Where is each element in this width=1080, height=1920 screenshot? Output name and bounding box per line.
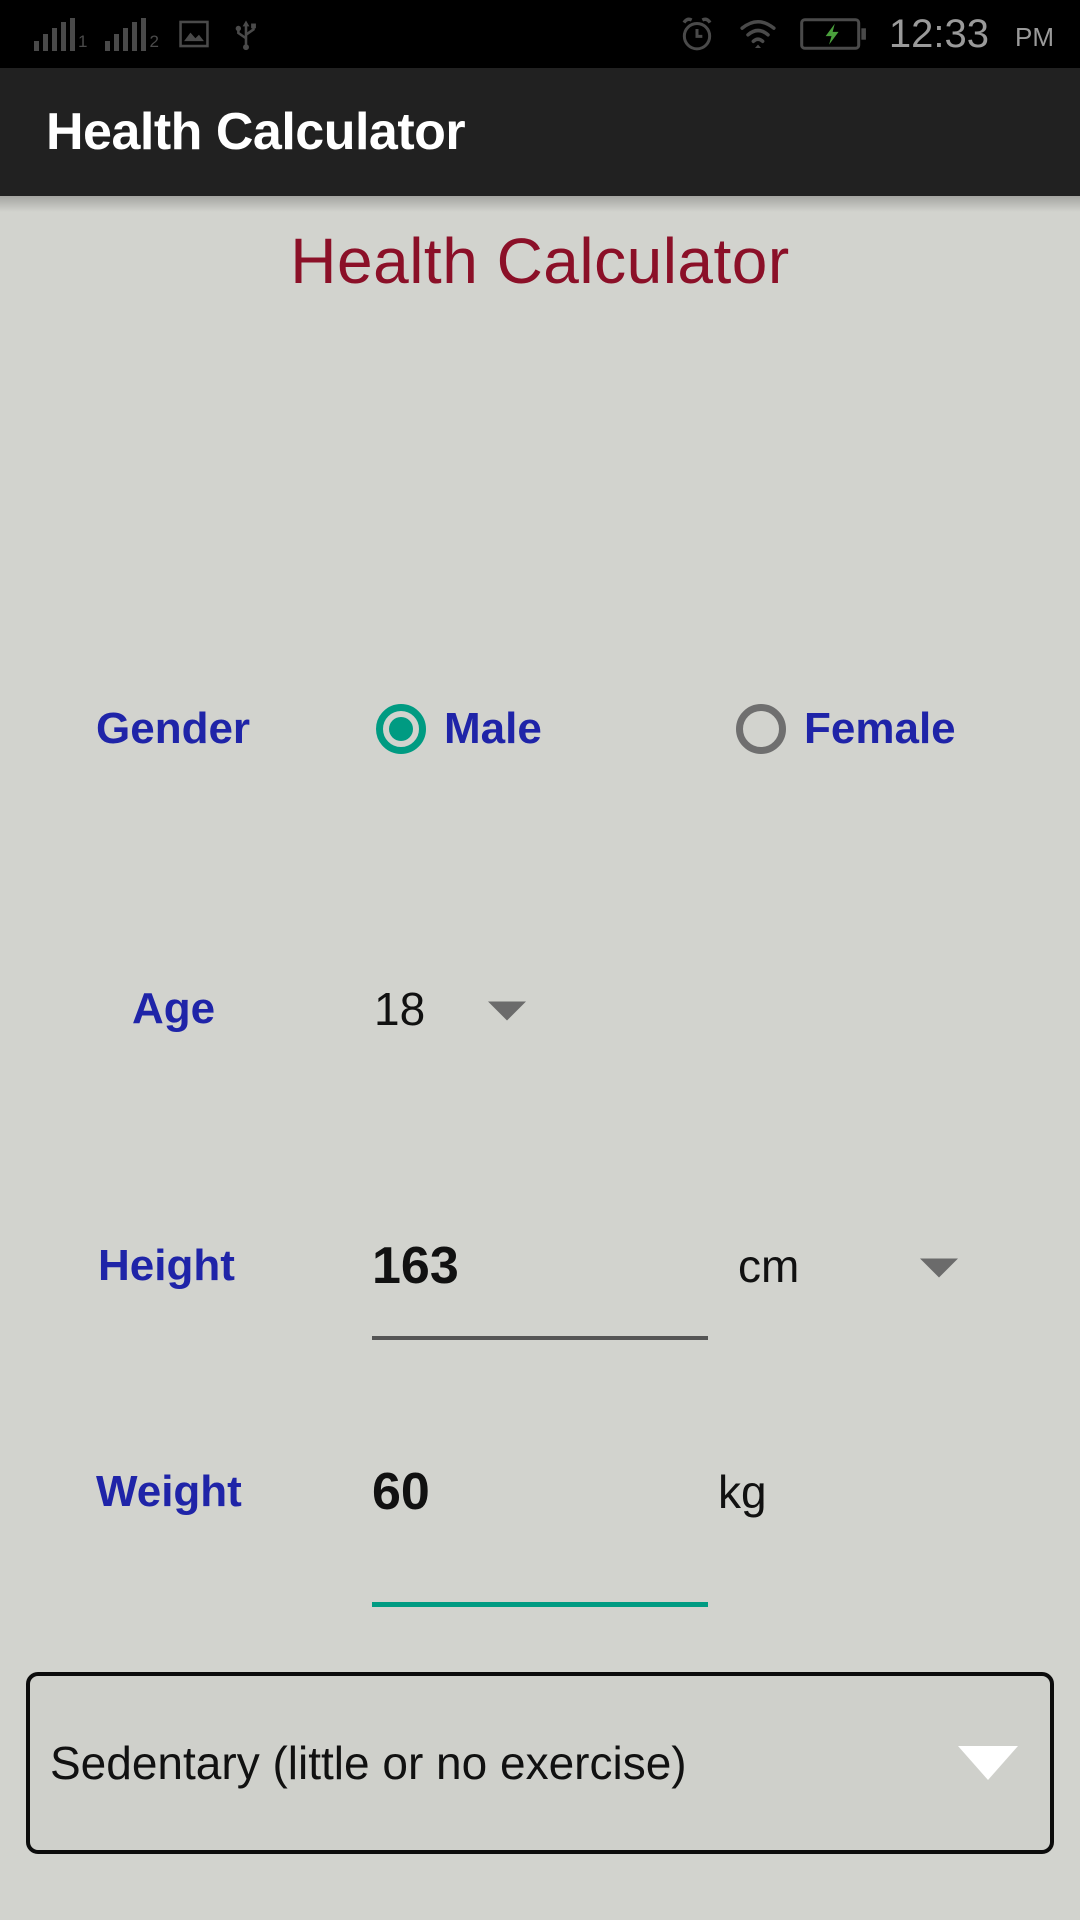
radio-unselected-icon[interactable] bbox=[736, 704, 786, 754]
main-content: Health Calculator Gender Male Female Age… bbox=[0, 196, 1080, 1920]
signal-bars-sim1-icon: 1 bbox=[34, 17, 87, 51]
radio-selected-icon[interactable] bbox=[376, 704, 426, 754]
gender-row: Gender Male Female bbox=[0, 686, 1080, 772]
app-title: Health Calculator bbox=[46, 103, 466, 161]
status-bar-left-icons: 1 2 bbox=[34, 0, 263, 68]
age-label: Age bbox=[132, 984, 216, 1033]
status-bar-right-icons: 12:33 PM bbox=[677, 0, 1054, 68]
weight-row: Weight 60 kg bbox=[0, 1412, 1080, 1612]
usb-icon bbox=[229, 17, 263, 51]
gender-label: Gender bbox=[96, 704, 251, 753]
gender-option-male[interactable]: Male bbox=[376, 704, 542, 754]
app-screen: 1 2 12:33 PM Health Calculator Health Ca… bbox=[0, 0, 1080, 1920]
gender-option-male-label: Male bbox=[444, 704, 542, 753]
age-row: Age 18 bbox=[0, 966, 1080, 1052]
battery-charging-icon bbox=[799, 15, 869, 53]
image-icon bbox=[177, 17, 211, 51]
height-input-underline bbox=[372, 1336, 708, 1340]
sim2-label: 2 bbox=[149, 32, 159, 51]
gender-option-female-label: Female bbox=[804, 704, 956, 753]
gender-option-female[interactable]: Female bbox=[736, 704, 956, 754]
chevron-down-icon[interactable] bbox=[920, 1258, 958, 1278]
alarm-clock-icon bbox=[677, 14, 717, 54]
status-bar-clock-ampm: PM bbox=[1015, 22, 1054, 52]
app-toolbar: Health Calculator bbox=[0, 68, 1080, 196]
weight-input[interactable]: 60 bbox=[372, 1462, 430, 1522]
status-bar: 1 2 12:33 PM bbox=[0, 0, 1080, 68]
status-bar-clock: 12:33 bbox=[888, 12, 989, 56]
height-input[interactable]: 163 bbox=[372, 1236, 459, 1296]
activity-level-spinner[interactable]: Sedentary (little or no exercise) bbox=[26, 1672, 1054, 1854]
chevron-down-icon[interactable] bbox=[488, 1001, 526, 1021]
activity-level-selected-value: Sedentary (little or no exercise) bbox=[50, 1737, 687, 1789]
height-row: Height 163 cm bbox=[0, 1196, 1080, 1376]
weight-label: Weight bbox=[96, 1467, 242, 1516]
weight-unit-label: kg bbox=[718, 1466, 767, 1518]
height-label: Height bbox=[98, 1241, 235, 1290]
weight-input-underline bbox=[372, 1602, 708, 1607]
height-unit-value[interactable]: cm bbox=[738, 1239, 799, 1293]
page-title: Health Calculator bbox=[290, 225, 790, 297]
signal-bars-sim2-icon: 2 bbox=[105, 17, 159, 51]
triangle-down-icon[interactable] bbox=[958, 1746, 1018, 1780]
sim1-label: 1 bbox=[78, 32, 88, 51]
wifi-icon bbox=[737, 14, 779, 54]
age-value[interactable]: 18 bbox=[374, 982, 425, 1036]
